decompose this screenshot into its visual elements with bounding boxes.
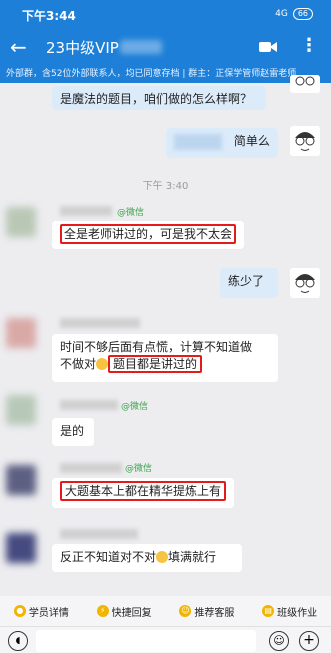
message-text: 反正不知道对不对	[60, 550, 157, 564]
avatar[interactable]	[6, 318, 36, 348]
sender-name-redacted	[60, 463, 122, 473]
status-bar: 下午3:44 4G 66	[0, 0, 331, 30]
wechat-tag: @微信	[121, 402, 149, 412]
smile-icon: ☺	[179, 605, 192, 617]
avatar[interactable]	[6, 207, 36, 237]
back-arrow-icon[interactable]: ←	[10, 34, 34, 60]
plus-icon[interactable]: +	[299, 631, 319, 651]
battery-icon: 66	[292, 8, 313, 20]
message-bubble: 练少了	[220, 268, 278, 298]
person-icon: ●	[13, 605, 26, 617]
more-options-icon[interactable]: ⋮	[298, 35, 320, 59]
avatar[interactable]	[290, 75, 320, 93]
emoji-icon[interactable]: ☺	[269, 631, 289, 651]
lightning-icon: ⚡	[96, 605, 109, 617]
recommend-service-button[interactable]: ☺ 推荐客服	[179, 604, 234, 619]
smile-emoji-icon	[156, 551, 169, 563]
avatar[interactable]	[290, 126, 320, 156]
message-bubble: 反正不知道对不对 填满就行	[52, 544, 242, 572]
message-text: 题目都是讲过的	[113, 357, 198, 371]
message-text: 填满就行	[168, 550, 217, 564]
status-icons: 4G 66	[275, 8, 313, 20]
message-bubble: 全是老师讲过的，可是我不太会	[52, 221, 244, 249]
message-text: 是魔法的题目，咱们做的怎么样啊？	[60, 92, 253, 106]
sender-name-redacted	[60, 400, 118, 410]
redacted-text	[174, 133, 222, 150]
group-notice: 外部群，含52位外部联系人，均已同意存档 | 群主：正保学管师赵雷老师	[0, 66, 331, 83]
wechat-tag: @微信	[125, 464, 153, 474]
avatar[interactable]	[290, 268, 320, 298]
message-text: 大题基本上都在精华提炼上有	[65, 484, 222, 498]
message-text: 时间不够后面有点慌，计算不知道做	[60, 340, 253, 354]
highlight-box: 全是老师讲过的，可是我不太会	[60, 224, 237, 244]
wechat-tag: @微信	[117, 208, 145, 218]
sender-name-redacted	[60, 206, 112, 216]
message-bubble: 是的	[52, 418, 94, 446]
quick-actions-bar: ● 学员详情 ⚡ 快捷回复 ☺ 推荐客服 ▤ 班级作业	[0, 596, 331, 626]
student-details-button[interactable]: ● 学员详情	[13, 604, 69, 619]
class-homework-button[interactable]: ▤ 班级作业	[262, 604, 317, 619]
redacted-title-part	[120, 40, 162, 54]
message-text: 简单么	[233, 134, 270, 148]
message-text: 是的	[60, 424, 85, 438]
message-timestamp: 下午 3:40	[142, 181, 189, 192]
sender-name-redacted	[60, 318, 140, 328]
message-text: 不做对	[60, 357, 97, 371]
chat-header: ← 23中级VIP ⋮	[0, 30, 331, 66]
smile-emoji-icon	[96, 358, 109, 370]
message-bubble: 时间不够后面有点慌，计算不知道做 不做对 题目都是讲过的	[52, 334, 278, 382]
voice-icon[interactable]: ◖	[8, 631, 28, 651]
video-call-icon[interactable]	[258, 37, 278, 57]
message-text: 练少了	[228, 274, 265, 288]
avatar[interactable]	[6, 395, 36, 425]
message-input[interactable]	[36, 630, 256, 652]
message-text: 全是老师讲过的，可是我不太会	[64, 227, 233, 241]
book-icon: ▤	[262, 605, 275, 617]
status-time: 下午3:44	[22, 9, 76, 23]
input-bar: ◖ ☺ +	[0, 626, 331, 653]
sender-name-redacted	[60, 529, 138, 539]
message-bubble: 是魔法的题目，咱们做的怎么样啊？	[52, 86, 266, 110]
message-bubble: 简单么	[166, 128, 278, 158]
quick-reply-button[interactable]: ⚡ 快捷回复	[96, 604, 152, 619]
signal-icon: 4G	[275, 9, 288, 19]
avatar[interactable]	[6, 533, 36, 563]
chat-title: 23中级VIP	[46, 39, 119, 57]
avatar[interactable]	[6, 465, 36, 495]
highlight-box: 大题基本上都在精华提炼上有	[60, 481, 227, 501]
highlight-box: 题目都是讲过的	[108, 355, 203, 373]
message-bubble: 大题基本上都在精华提炼上有	[52, 478, 234, 508]
